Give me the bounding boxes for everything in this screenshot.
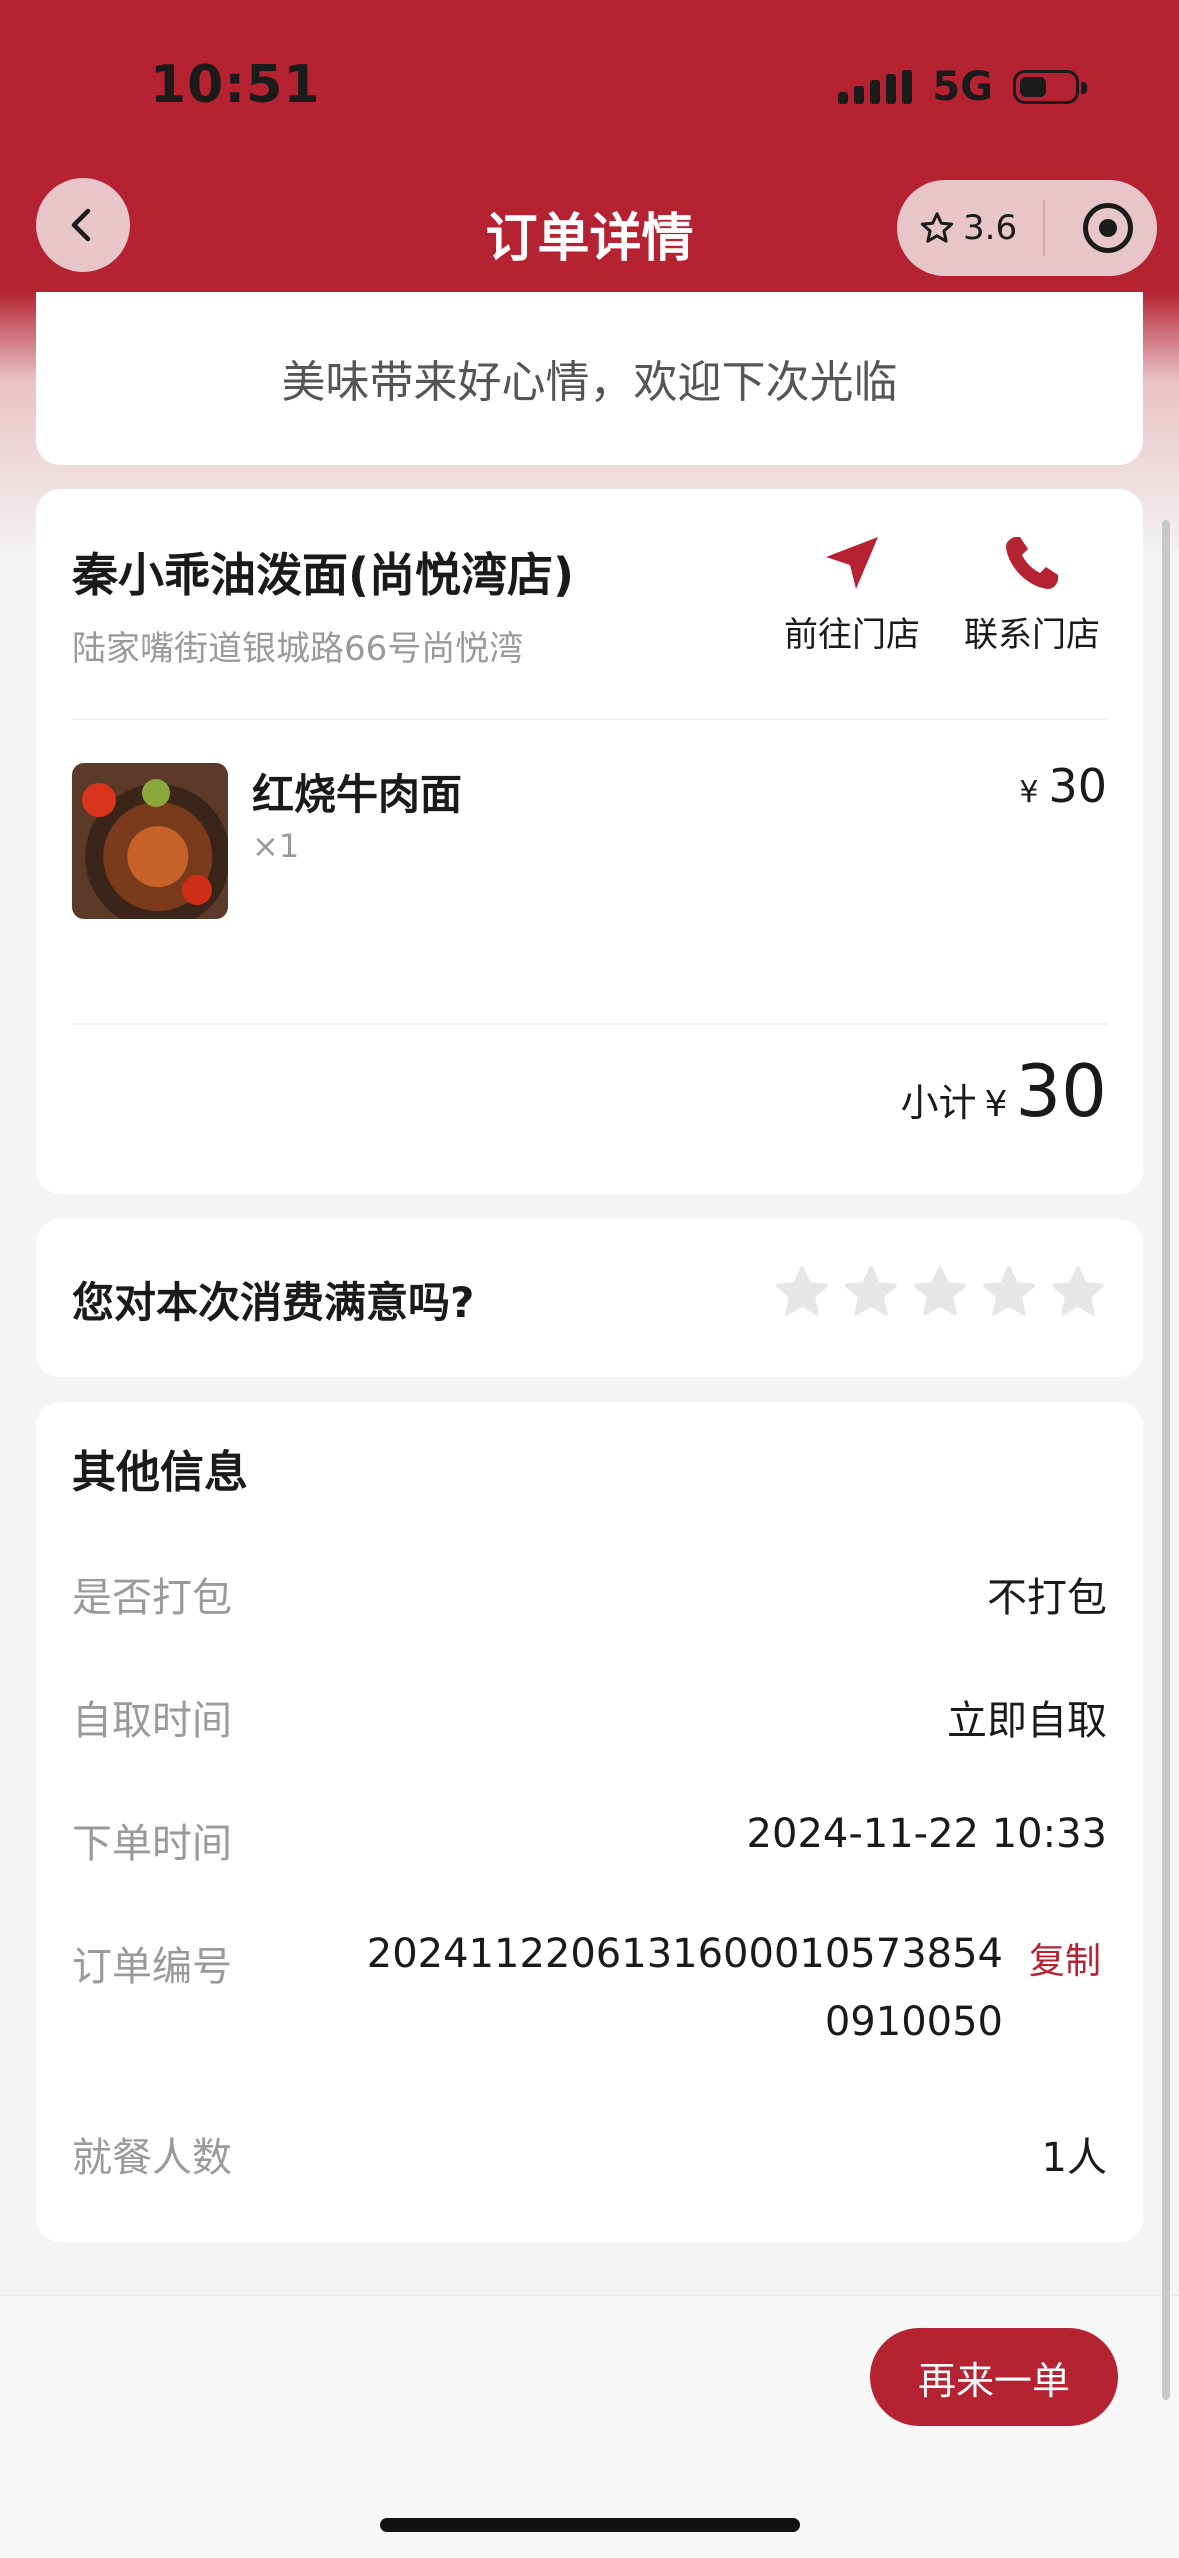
satisfaction-question: 您对本次消费满意吗? [72, 1278, 475, 1327]
navigation-arrow-icon [826, 537, 878, 589]
dish-quantity: ×1 [252, 827, 300, 865]
price-amount: 30 [1048, 759, 1107, 813]
navigate-label: 前往门店 [784, 615, 920, 655]
order-card: 秦小乖油泼面(尚悦湾店) 陆家嘴街道银城路66号尚悦湾 前往门店 联系门店 红烧… [36, 489, 1143, 1194]
diners-label: 就餐人数 [72, 2135, 232, 2181]
navigate-to-store-button[interactable]: 前往门店 [784, 533, 920, 656]
favorite-rating-button[interactable]: 3.6 [897, 208, 1029, 248]
other-info-card: 其他信息 是否打包 不打包 自取时间 立即自取 下单时间 2024-11-22 … [36, 1402, 1143, 2242]
subtotal-amount: 30 [1015, 1049, 1107, 1133]
scrollbar[interactable] [1162, 520, 1170, 2400]
satisfaction-card: 您对本次消费满意吗? [36, 1219, 1143, 1377]
close-mini-program-icon[interactable] [1083, 203, 1133, 253]
subtotal-label: 小计 [900, 1081, 977, 1125]
star-1-icon[interactable] [773, 1263, 831, 1321]
order-number-value: 2024112206131600010573854​0910050 [366, 1931, 1003, 2045]
status-icons: 5G [838, 62, 1087, 112]
status-time: 10:51 [150, 55, 321, 115]
currency-symbol: ¥ [984, 1084, 1008, 1125]
dish-name: 红烧牛肉面 [252, 770, 463, 819]
call-store-button[interactable]: 联系门店 [964, 533, 1100, 656]
call-label: 联系门店 [964, 615, 1100, 655]
order-number-label: 订单编号 [72, 1944, 232, 1990]
other-info-title: 其他信息 [72, 1447, 248, 1498]
copy-order-number-button[interactable]: 复制 [1029, 1932, 1101, 1984]
store-name: 秦小乖油泼面(尚悦湾店) [72, 548, 575, 602]
order-time-value: 2024-11-22 10:33 [746, 1811, 1107, 1857]
currency-symbol: ¥ [1019, 775, 1039, 810]
network-type: 5G [932, 64, 993, 110]
phone-icon [1006, 537, 1058, 589]
capsule-divider [1043, 200, 1045, 256]
star-4-icon[interactable] [980, 1263, 1038, 1321]
dish-image [72, 763, 228, 919]
store-address: 陆家嘴街道银城路66号尚悦湾 [72, 629, 524, 669]
signal-icon [838, 70, 913, 104]
dish-price: ¥ 30 [1019, 759, 1107, 813]
pack-label: 是否打包 [72, 1575, 232, 1621]
star-2-icon[interactable] [842, 1263, 900, 1321]
battery-icon [1013, 70, 1087, 104]
pickup-time-label: 自取时间 [72, 1698, 232, 1744]
divider [72, 1023, 1107, 1025]
star-outline-icon [920, 212, 954, 243]
reorder-button[interactable]: 再来一单 [870, 2328, 1118, 2426]
pickup-time-value: 立即自取 [947, 1698, 1107, 1744]
star-3-icon[interactable] [911, 1263, 969, 1321]
pack-value: 不打包 [987, 1575, 1107, 1621]
rating-value: 3.6 [963, 208, 1018, 248]
star-5-icon[interactable] [1049, 1263, 1107, 1321]
divider [72, 718, 1107, 720]
greeting-slogan: 美味带来好心情，欢迎下次光临 [281, 357, 898, 408]
star-rating [773, 1263, 1107, 1321]
header-bar: 10:51 5G 订单详情 3.6 [0, 0, 1179, 292]
home-indicator[interactable] [380, 2518, 800, 2532]
mini-program-capsule: 3.6 [897, 180, 1157, 276]
diners-value: 1人 [1041, 2135, 1107, 2181]
subtotal: 小计 ¥ 30 [900, 1049, 1107, 1133]
order-time-label: 下单时间 [72, 1821, 232, 1867]
